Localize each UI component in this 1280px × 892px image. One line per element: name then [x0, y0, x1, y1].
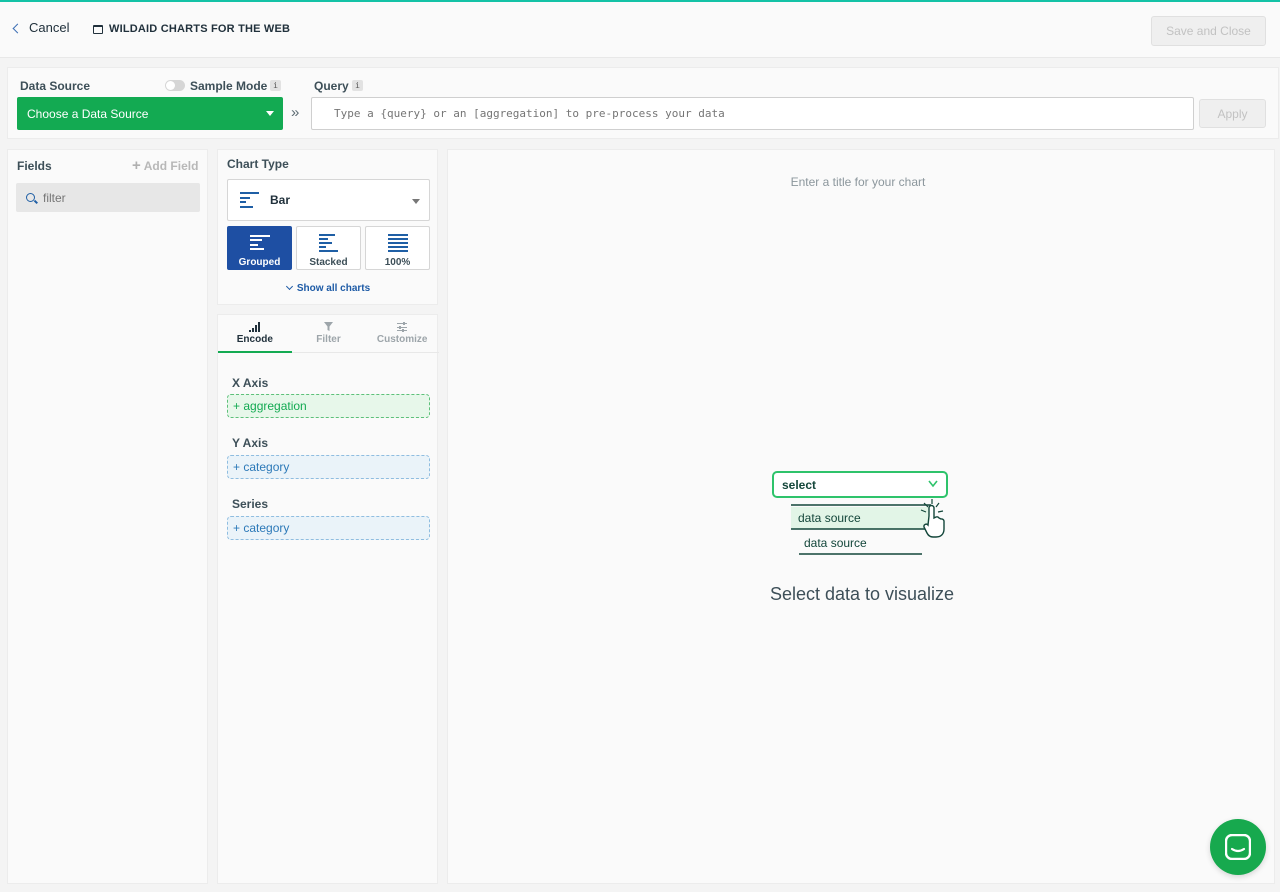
caret-down-icon: [266, 111, 274, 116]
data-source-select-value: Choose a Data Source: [27, 106, 149, 121]
query-input[interactable]: [311, 97, 1194, 130]
grouped-bar-icon: [249, 233, 270, 253]
variant-label: 100%: [384, 257, 411, 268]
tab-filter[interactable]: Filter: [292, 315, 366, 352]
save-and-close-button[interactable]: Save and Close: [1151, 16, 1266, 46]
chart-type-panel: Chart Type Bar Grouped Stacked 100% Show…: [217, 149, 438, 305]
chart-type-title: Chart Type: [227, 157, 289, 171]
chart-canvas: Enter a title for your chart select data…: [447, 149, 1275, 884]
chart-variant-group: Grouped Stacked 100%: [227, 226, 430, 270]
variant-grouped-button[interactable]: Grouped: [227, 226, 292, 270]
funnel-icon: [324, 322, 333, 332]
variant-label: Grouped: [238, 257, 281, 268]
tab-label: Encode: [236, 334, 273, 345]
field-filter-input[interactable]: [43, 190, 193, 205]
series-label: Series: [232, 497, 269, 511]
field-filter[interactable]: [16, 183, 200, 212]
query-info-icon[interactable]: i: [352, 80, 363, 91]
illustration-select-text: select: [782, 478, 816, 492]
chat-icon: [1225, 834, 1251, 860]
dashboard-title: WILDAID CHARTS FOR THE WEB: [93, 23, 290, 35]
y-axis-dropzone[interactable]: + category: [227, 455, 430, 479]
double-chevron-icon: »: [291, 104, 300, 121]
search-icon: [26, 193, 35, 202]
dashboard-icon: [93, 24, 103, 34]
bar-chart-icon: [240, 191, 260, 209]
variant-stacked-button[interactable]: Stacked: [296, 226, 361, 270]
top-bar: Cancel WILDAID CHARTS FOR THE WEB Save a…: [0, 0, 1280, 58]
add-field-label: Add Field: [143, 159, 199, 173]
data-source-label: Data Source: [20, 79, 91, 93]
chevron-down-icon: [285, 282, 293, 291]
fields-panel: Fields + Add Field: [7, 149, 208, 884]
data-source-select[interactable]: Choose a Data Source: [17, 97, 283, 130]
x-axis-label: X Axis: [232, 376, 269, 390]
caret-down-icon: [412, 199, 420, 204]
add-field-button[interactable]: + Add Field: [132, 157, 199, 174]
stacked-bar-icon: [318, 233, 339, 253]
variant-label: Stacked: [309, 257, 348, 268]
cancel-button[interactable]: Cancel: [12, 20, 70, 35]
sample-mode-info-icon[interactable]: i: [270, 80, 281, 91]
sliders-icon: [397, 322, 408, 332]
illustration-option-2: data source: [804, 536, 867, 550]
y-axis-label: Y Axis: [232, 436, 269, 450]
encode-panel: Encode Filter Customize X Axis + aggrega…: [217, 314, 439, 884]
encode-tabs: Encode Filter Customize: [218, 315, 439, 353]
x-axis-dropzone[interactable]: + aggregation: [227, 394, 430, 418]
tab-label: Filter: [316, 334, 341, 345]
fields-title: Fields: [17, 159, 52, 173]
cancel-label: Cancel: [29, 20, 70, 35]
tab-encode[interactable]: Encode: [218, 315, 292, 353]
data-source-bar: Data Source Sample Mode i Query i Choose…: [7, 67, 1279, 139]
bar-signal-icon: [248, 322, 261, 332]
chart-title-input[interactable]: Enter a title for your chart: [448, 175, 1268, 189]
plus-icon: +: [132, 157, 141, 174]
variant-100-percent-button[interactable]: 100%: [365, 226, 430, 270]
sample-mode-label: Sample Mode: [190, 79, 268, 93]
series-dropzone[interactable]: + category: [227, 516, 430, 540]
chevron-left-icon: [12, 23, 23, 33]
chat-launcher-button[interactable]: [1210, 819, 1266, 875]
chart-type-select[interactable]: Bar: [227, 179, 430, 221]
query-label: Query: [314, 79, 349, 93]
dashboard-title-text: WILDAID CHARTS FOR THE WEB: [109, 23, 291, 35]
select-data-illustration: select data source data source: [772, 471, 948, 555]
empty-state-message: Select data to visualize: [769, 584, 955, 604]
tab-customize[interactable]: Customize: [365, 315, 439, 352]
apply-button[interactable]: Apply: [1199, 99, 1266, 128]
percent-bar-icon: [387, 233, 408, 253]
illustration-option-1: data source: [798, 511, 861, 525]
show-all-charts-link[interactable]: Show all charts: [218, 282, 439, 294]
chart-type-select-value: Bar: [270, 193, 291, 207]
sample-mode-toggle[interactable]: [165, 80, 185, 91]
tab-label: Customize: [376, 334, 428, 345]
show-all-charts-label: Show all charts: [296, 283, 371, 294]
